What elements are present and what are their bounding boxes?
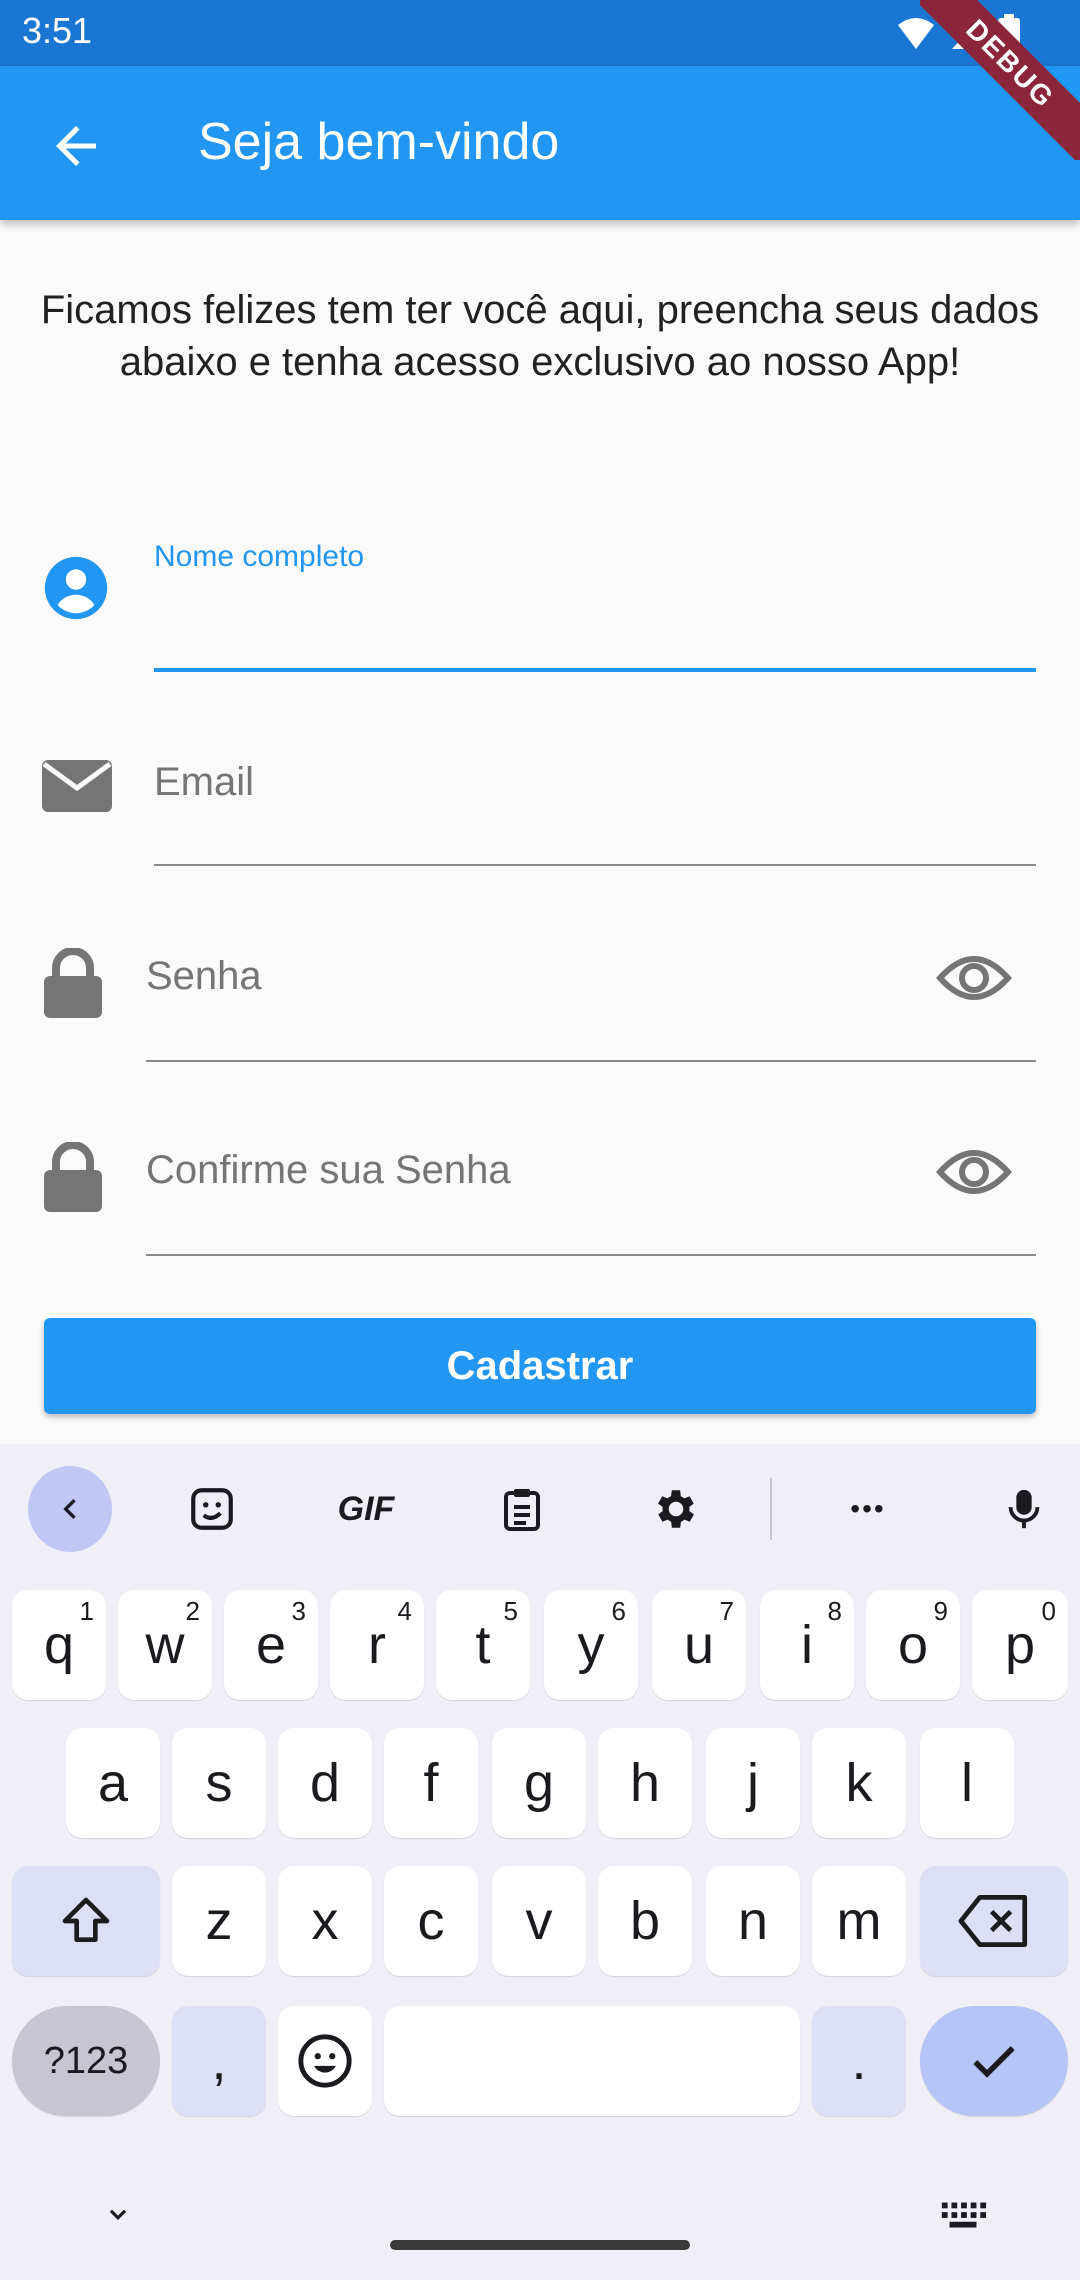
emoji-icon <box>298 2034 352 2088</box>
name-field-underline <box>154 668 1036 672</box>
key-p[interactable]: p0 <box>972 1590 1068 1700</box>
intro-text: Ficamos felizes tem ter você aqui, preen… <box>40 288 1040 384</box>
confirm-password-placeholder: Confirme sua Senha <box>146 1148 511 1192</box>
status-bar: 3:51 <box>0 0 1080 66</box>
shift-key[interactable] <box>12 1866 160 1976</box>
visibility-eye-icon[interactable] <box>936 1142 1012 1202</box>
key-f[interactable]: f <box>384 1728 478 1838</box>
key-t[interactable]: t5 <box>436 1590 530 1700</box>
key-z[interactable]: z <box>172 1866 266 1976</box>
key-a[interactable]: a <box>66 1728 160 1838</box>
password-field-underline <box>146 1060 1036 1062</box>
email-field-underline <box>154 864 1036 866</box>
comma-key[interactable]: , <box>172 2006 266 2116</box>
toolbar-divider <box>770 1478 772 1540</box>
key-w[interactable]: w2 <box>118 1590 212 1700</box>
sticker-button[interactable] <box>180 1466 244 1552</box>
signal-icon <box>952 17 982 49</box>
keyboard-hide-chevron-icon[interactable] <box>94 2198 142 2232</box>
account-circle-icon <box>44 556 108 620</box>
key-c[interactable]: c <box>384 1866 478 1976</box>
key-g[interactable]: g <box>492 1728 586 1838</box>
password-field[interactable]: Senha <box>0 936 1080 1066</box>
key-y[interactable]: y6 <box>544 1590 638 1700</box>
keyboard-toolbar: GIF ••• <box>0 1444 1080 1574</box>
key-h[interactable]: h <box>598 1728 692 1838</box>
chevron-left-icon <box>63 1499 76 1519</box>
status-time: 3:51 <box>22 10 93 51</box>
key-x[interactable]: x <box>278 1866 372 1976</box>
keyboard-switch-icon[interactable] <box>938 2196 988 2236</box>
key-i[interactable]: i8 <box>760 1590 854 1700</box>
name-field[interactable]: Nome completo <box>0 530 1080 680</box>
key-e[interactable]: e3 <box>224 1590 318 1700</box>
key-s[interactable]: s <box>172 1728 266 1838</box>
gesture-nav-handle[interactable] <box>390 2240 690 2250</box>
confirm-password-field-underline <box>146 1254 1036 1256</box>
key-u[interactable]: u7 <box>652 1590 746 1700</box>
key-r[interactable]: r4 <box>330 1590 424 1700</box>
soft-keyboard: GIF ••• q1 w2 e3 r4 t5 y6 u7 i8 o9 p0 a … <box>0 1444 1080 2280</box>
envelope-icon <box>42 760 112 812</box>
more-button[interactable]: ••• <box>836 1466 900 1552</box>
lock-icon <box>44 948 102 1018</box>
period-key[interactable]: . <box>812 2006 906 2116</box>
visibility-eye-icon[interactable] <box>936 948 1012 1008</box>
key-v[interactable]: v <box>492 1866 586 1976</box>
clipboard-icon <box>504 1489 540 1531</box>
backspace-key[interactable] <box>920 1866 1068 1976</box>
password-placeholder: Senha <box>146 954 262 998</box>
key-m[interactable]: m <box>812 1866 906 1976</box>
key-b[interactable]: b <box>598 1866 692 1976</box>
space-key[interactable] <box>384 2006 800 2116</box>
app-bar: Seja bem-vindo <box>0 66 1080 220</box>
keyboard-collapse-button[interactable] <box>28 1466 112 1552</box>
emoji-key[interactable] <box>278 2006 372 2116</box>
battery-icon <box>998 14 1020 52</box>
symbols-key[interactable]: ?123 <box>12 2006 160 2116</box>
key-o[interactable]: o9 <box>866 1590 960 1700</box>
sticker-icon <box>191 1488 233 1530</box>
email-field[interactable]: Email <box>0 740 1080 870</box>
clipboard-button[interactable] <box>490 1466 554 1552</box>
page-title: Seja bem-vindo <box>198 113 560 171</box>
key-q[interactable]: q1 <box>12 1590 106 1700</box>
wifi-icon <box>898 18 934 49</box>
checkmark-icon <box>973 2046 1015 2078</box>
key-l[interactable]: l <box>920 1728 1014 1838</box>
back-arrow-icon[interactable] <box>46 116 106 176</box>
lock-icon <box>44 1142 102 1212</box>
key-k[interactable]: k <box>812 1728 906 1838</box>
name-field-label: Nome completo <box>154 540 365 573</box>
email-placeholder: Email <box>154 760 255 804</box>
key-d[interactable]: d <box>278 1728 372 1838</box>
status-icons <box>896 14 1020 52</box>
key-n[interactable]: n <box>706 1866 800 1976</box>
microphone-button[interactable] <box>992 1466 1056 1552</box>
shift-arrow-icon <box>62 1897 110 1942</box>
microphone-icon <box>1008 1489 1040 1529</box>
backspace-icon <box>958 1895 1028 1947</box>
confirm-password-field[interactable]: Confirme sua Senha <box>0 1130 1080 1260</box>
settings-button[interactable] <box>644 1466 708 1552</box>
key-j[interactable]: j <box>706 1728 800 1838</box>
gif-button[interactable]: GIF <box>326 1466 406 1552</box>
enter-key[interactable] <box>920 2006 1068 2116</box>
submit-button[interactable]: Cadastrar <box>44 1318 1036 1414</box>
gear-icon <box>658 1490 694 1528</box>
